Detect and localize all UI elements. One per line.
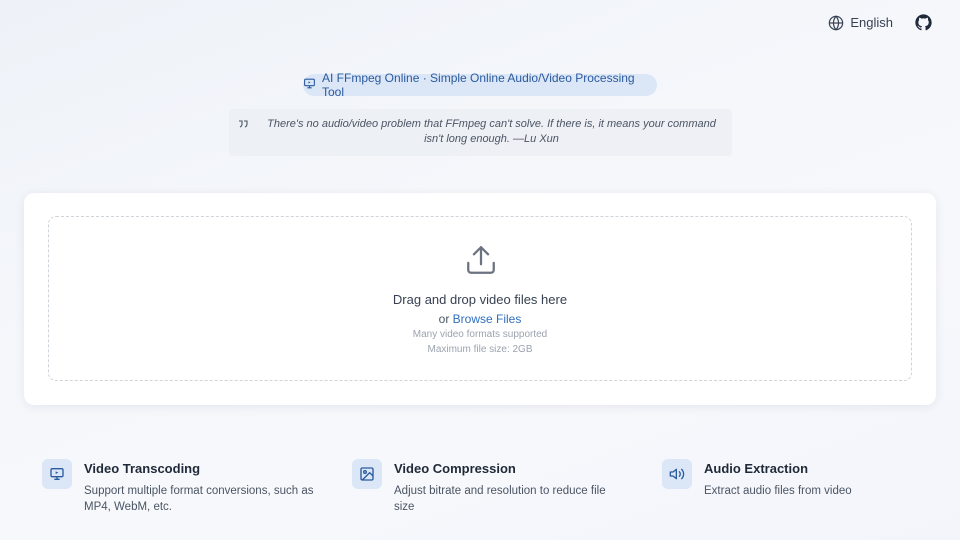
feature-description: Extract audio files from video bbox=[704, 485, 852, 497]
upload-icon bbox=[464, 243, 498, 282]
page: English AI FFmpeg Online · Simple Online… bbox=[0, 0, 960, 540]
badge-text: AI FFmpeg Online · Simple Online Audio/V… bbox=[322, 71, 635, 99]
feature-description: Support multiple format conversions, suc… bbox=[84, 485, 314, 513]
github-icon bbox=[915, 14, 932, 31]
file-dropzone[interactable]: Drag and drop video files here or Browse… bbox=[48, 216, 912, 381]
github-link[interactable] bbox=[915, 14, 932, 31]
hero-badge: AI FFmpeg Online · Simple Online Audio/V… bbox=[303, 71, 657, 99]
globe-icon bbox=[828, 14, 844, 31]
upload-card: Drag and drop video files here or Browse… bbox=[24, 193, 936, 405]
quote-author: —Lu Xun bbox=[513, 133, 559, 145]
browse-prefix: or bbox=[438, 312, 450, 326]
quote-icon bbox=[237, 118, 249, 135]
browse-files-link[interactable]: Browse Files bbox=[453, 312, 522, 326]
monitor-play-icon bbox=[42, 459, 72, 489]
volume-icon bbox=[662, 459, 692, 489]
language-label: English bbox=[850, 15, 893, 30]
size-hint: Maximum file size: 2GB bbox=[427, 344, 533, 355]
feature-title: Video Compression bbox=[394, 461, 516, 476]
quote-text: There's no audio/video problem that FFmp… bbox=[267, 118, 716, 145]
quote-block: There's no audio/video problem that FFmp… bbox=[229, 109, 732, 156]
feature-title: Video Transcoding bbox=[84, 461, 201, 476]
formats-hint: Many video formats supported bbox=[412, 329, 548, 340]
dropzone-title: Drag and drop video files here bbox=[392, 292, 568, 307]
feature-title: Audio Extraction bbox=[704, 461, 809, 476]
feature-description: Adjust bitrate and resolution to reduce … bbox=[394, 485, 606, 513]
language-switcher[interactable]: English bbox=[828, 14, 893, 31]
top-bar: English bbox=[828, 14, 932, 31]
image-icon bbox=[352, 459, 382, 489]
browse-line: or Browse Files bbox=[49, 312, 911, 326]
monitor-icon bbox=[303, 77, 316, 93]
